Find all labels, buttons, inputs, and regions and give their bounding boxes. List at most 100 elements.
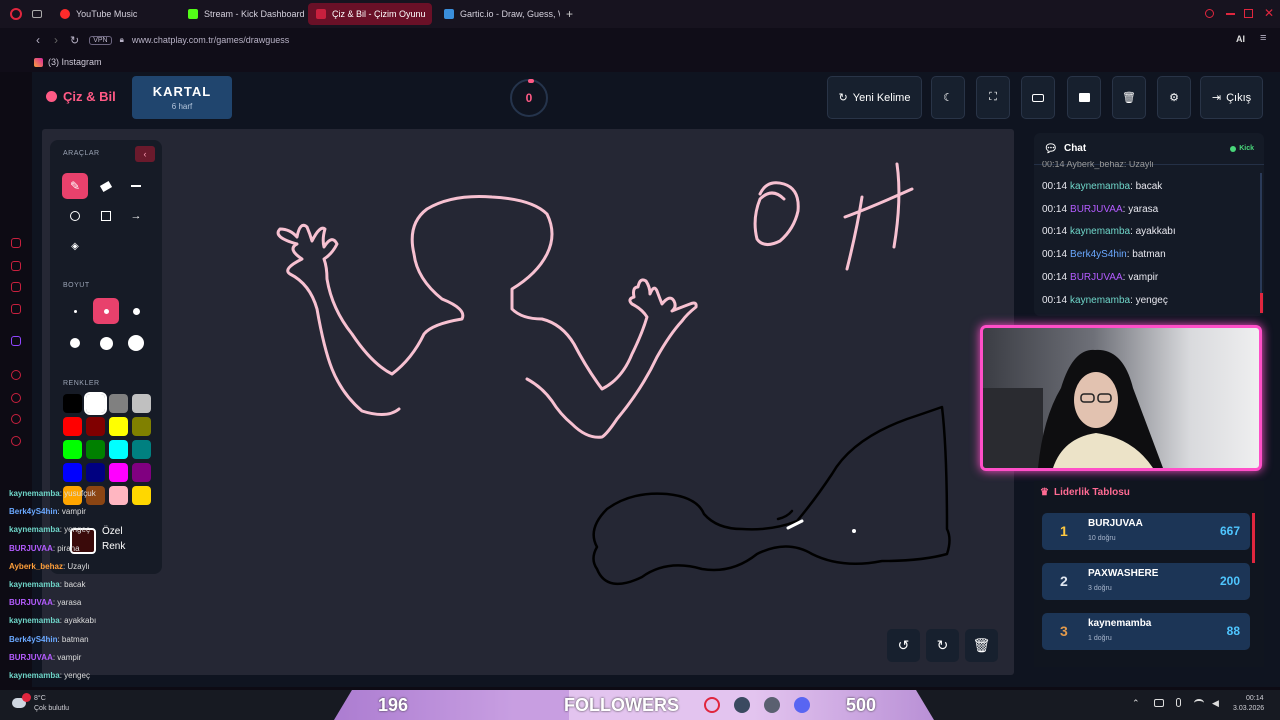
circle-tool[interactable] [62, 203, 88, 229]
clock-time: 00:14 [1246, 695, 1264, 702]
overlay-username: Ayberk_behaz [9, 561, 63, 571]
close-button[interactable]: ✕ [1264, 6, 1274, 20]
minimize-button[interactable] [1226, 13, 1235, 15]
dark-mode-button[interactable]: ☾ [931, 76, 965, 119]
chat-username[interactable]: BURJUVAA [1070, 204, 1123, 215]
tab-youtube-music[interactable]: YouTube Music [52, 3, 176, 25]
search-icon[interactable] [1205, 9, 1214, 18]
vpn-badge[interactable]: VPN [89, 35, 112, 45]
sidebar-icon[interactable] [11, 370, 21, 380]
brush-tool[interactable]: ✎ [62, 173, 88, 199]
size-l[interactable] [62, 330, 88, 356]
chat-message: 00:14 kaynemamba: bacak [1042, 181, 1162, 192]
chevron-up-icon[interactable]: ⌃ [1132, 698, 1140, 709]
youtube-icon [704, 697, 720, 713]
chat-time: 00:14 [1042, 181, 1068, 192]
sidebar-icon[interactable] [11, 393, 21, 403]
size-dot [128, 335, 144, 351]
chat-text: yengeç [1135, 294, 1168, 306]
rectangle-tool[interactable] [93, 203, 119, 229]
bookmark-instagram[interactable]: (3) Instagram [48, 57, 102, 67]
color-swatch[interactable] [132, 440, 151, 459]
clear-canvas-button[interactable]: 🗑︎ [965, 629, 998, 662]
forward-icon[interactable]: › [54, 33, 58, 47]
undo-button[interactable]: ↺ [887, 629, 920, 662]
color-swatch[interactable] [132, 463, 151, 482]
chat-username[interactable]: kaynemamba [1070, 295, 1130, 306]
color-swatch[interactable] [63, 394, 82, 413]
sidebar-icon[interactable] [11, 238, 21, 248]
fill-tool[interactable]: ◈ [62, 233, 88, 259]
tab-kick-dashboard[interactable]: Stream - Kick Dashboard [180, 3, 304, 25]
color-swatch[interactable] [86, 440, 105, 459]
settings-button[interactable]: ⚙ [1157, 76, 1191, 119]
color-swatch[interactable] [132, 394, 151, 413]
color-swatch[interactable] [109, 394, 128, 413]
settings-icon[interactable] [11, 436, 21, 446]
microphone-icon[interactable] [1176, 698, 1181, 707]
new-tab-button[interactable]: + [566, 7, 573, 21]
back-icon[interactable]: ‹ [36, 33, 40, 47]
arrow-tool[interactable]: → [123, 203, 149, 229]
chat-username[interactable]: kaynemamba [1070, 226, 1130, 237]
color-swatch[interactable] [109, 463, 128, 482]
chat-scrollbar-thumb[interactable] [1260, 293, 1263, 313]
chat-scrollbar[interactable] [1260, 173, 1262, 313]
color-swatch[interactable] [86, 417, 105, 436]
size-xs[interactable] [62, 298, 88, 324]
line-tool[interactable] [123, 173, 149, 199]
overlay-text: : vampir [52, 652, 82, 662]
archive-button[interactable] [1067, 76, 1101, 119]
steam-icon [734, 697, 750, 713]
color-swatch[interactable] [63, 463, 82, 482]
redo-button[interactable]: ↻ [926, 629, 959, 662]
size-xxl[interactable] [123, 330, 149, 356]
twitch-icon[interactable] [11, 336, 21, 346]
maximize-button[interactable] [1244, 9, 1253, 18]
wifi-icon[interactable] [1194, 699, 1204, 707]
followers-goal: 500 [846, 695, 877, 715]
size-m[interactable] [123, 298, 149, 324]
chat-username[interactable]: BURJUVAA [1070, 272, 1123, 283]
menu-icon[interactable]: ≡ [1260, 32, 1266, 44]
chat-username[interactable]: Berk4yS4hin [1070, 249, 1127, 260]
color-swatch[interactable] [84, 392, 107, 415]
opera-icon[interactable] [10, 8, 22, 20]
overlay-text: : vampir [57, 507, 86, 517]
color-swatch[interactable] [109, 440, 128, 459]
tab-switcher-icon[interactable] [32, 10, 42, 18]
color-swatch[interactable] [63, 440, 82, 459]
color-swatch[interactable] [109, 417, 128, 436]
reload-icon[interactable]: ↻ [70, 34, 79, 47]
eraser-tool[interactable] [93, 173, 119, 199]
exit-label: Çıkış [1226, 91, 1252, 104]
leaderboard-title: Liderlik Tablosu [1053, 487, 1130, 498]
collapse-tools-button[interactable]: ‹ [135, 146, 155, 162]
gartic-icon [444, 9, 454, 19]
color-swatch[interactable] [86, 463, 105, 482]
sidebar-icon[interactable] [11, 261, 21, 271]
chat-messages[interactable]: 00:14 Ayberk_behaz: Uzaylı 00:14 kaynemam… [1034, 161, 1260, 311]
exit-button[interactable]: ⇥ Çıkış [1200, 76, 1263, 119]
url-field[interactable]: www.chatplay.com.tr/games/drawguess [132, 35, 289, 45]
chat-username[interactable]: kaynemamba [1070, 181, 1130, 192]
color-swatch[interactable] [132, 417, 151, 436]
color-swatch[interactable] [63, 417, 82, 436]
size-s[interactable] [93, 298, 119, 324]
tab-gartic[interactable]: Gartic.io - Draw, Guess, W [436, 3, 560, 25]
speaker-icon[interactable]: ◀ [1212, 698, 1219, 709]
ai-button[interactable]: AI [1236, 34, 1245, 44]
leaderboard-scrollbar[interactable] [1252, 513, 1255, 563]
fullscreen-button[interactable]: ⛶ [976, 76, 1010, 119]
sidebar-icon[interactable] [11, 282, 21, 292]
overlay-username: kaynemamba [9, 671, 60, 680]
size-xl[interactable] [93, 330, 119, 356]
sidebar-icon[interactable] [11, 304, 21, 314]
eraser-icon [99, 180, 113, 192]
network-icon[interactable] [1154, 699, 1164, 707]
tab-ciz-bil[interactable]: Çiz & Bil - Çizim Oyunu [308, 3, 432, 25]
keyboard-button[interactable] [1021, 76, 1055, 119]
sidebar-icon[interactable] [11, 414, 21, 424]
clear-button[interactable]: 🗑︎ [1112, 76, 1146, 119]
new-word-button[interactable]: ↻ Yeni Kelime [827, 76, 922, 119]
